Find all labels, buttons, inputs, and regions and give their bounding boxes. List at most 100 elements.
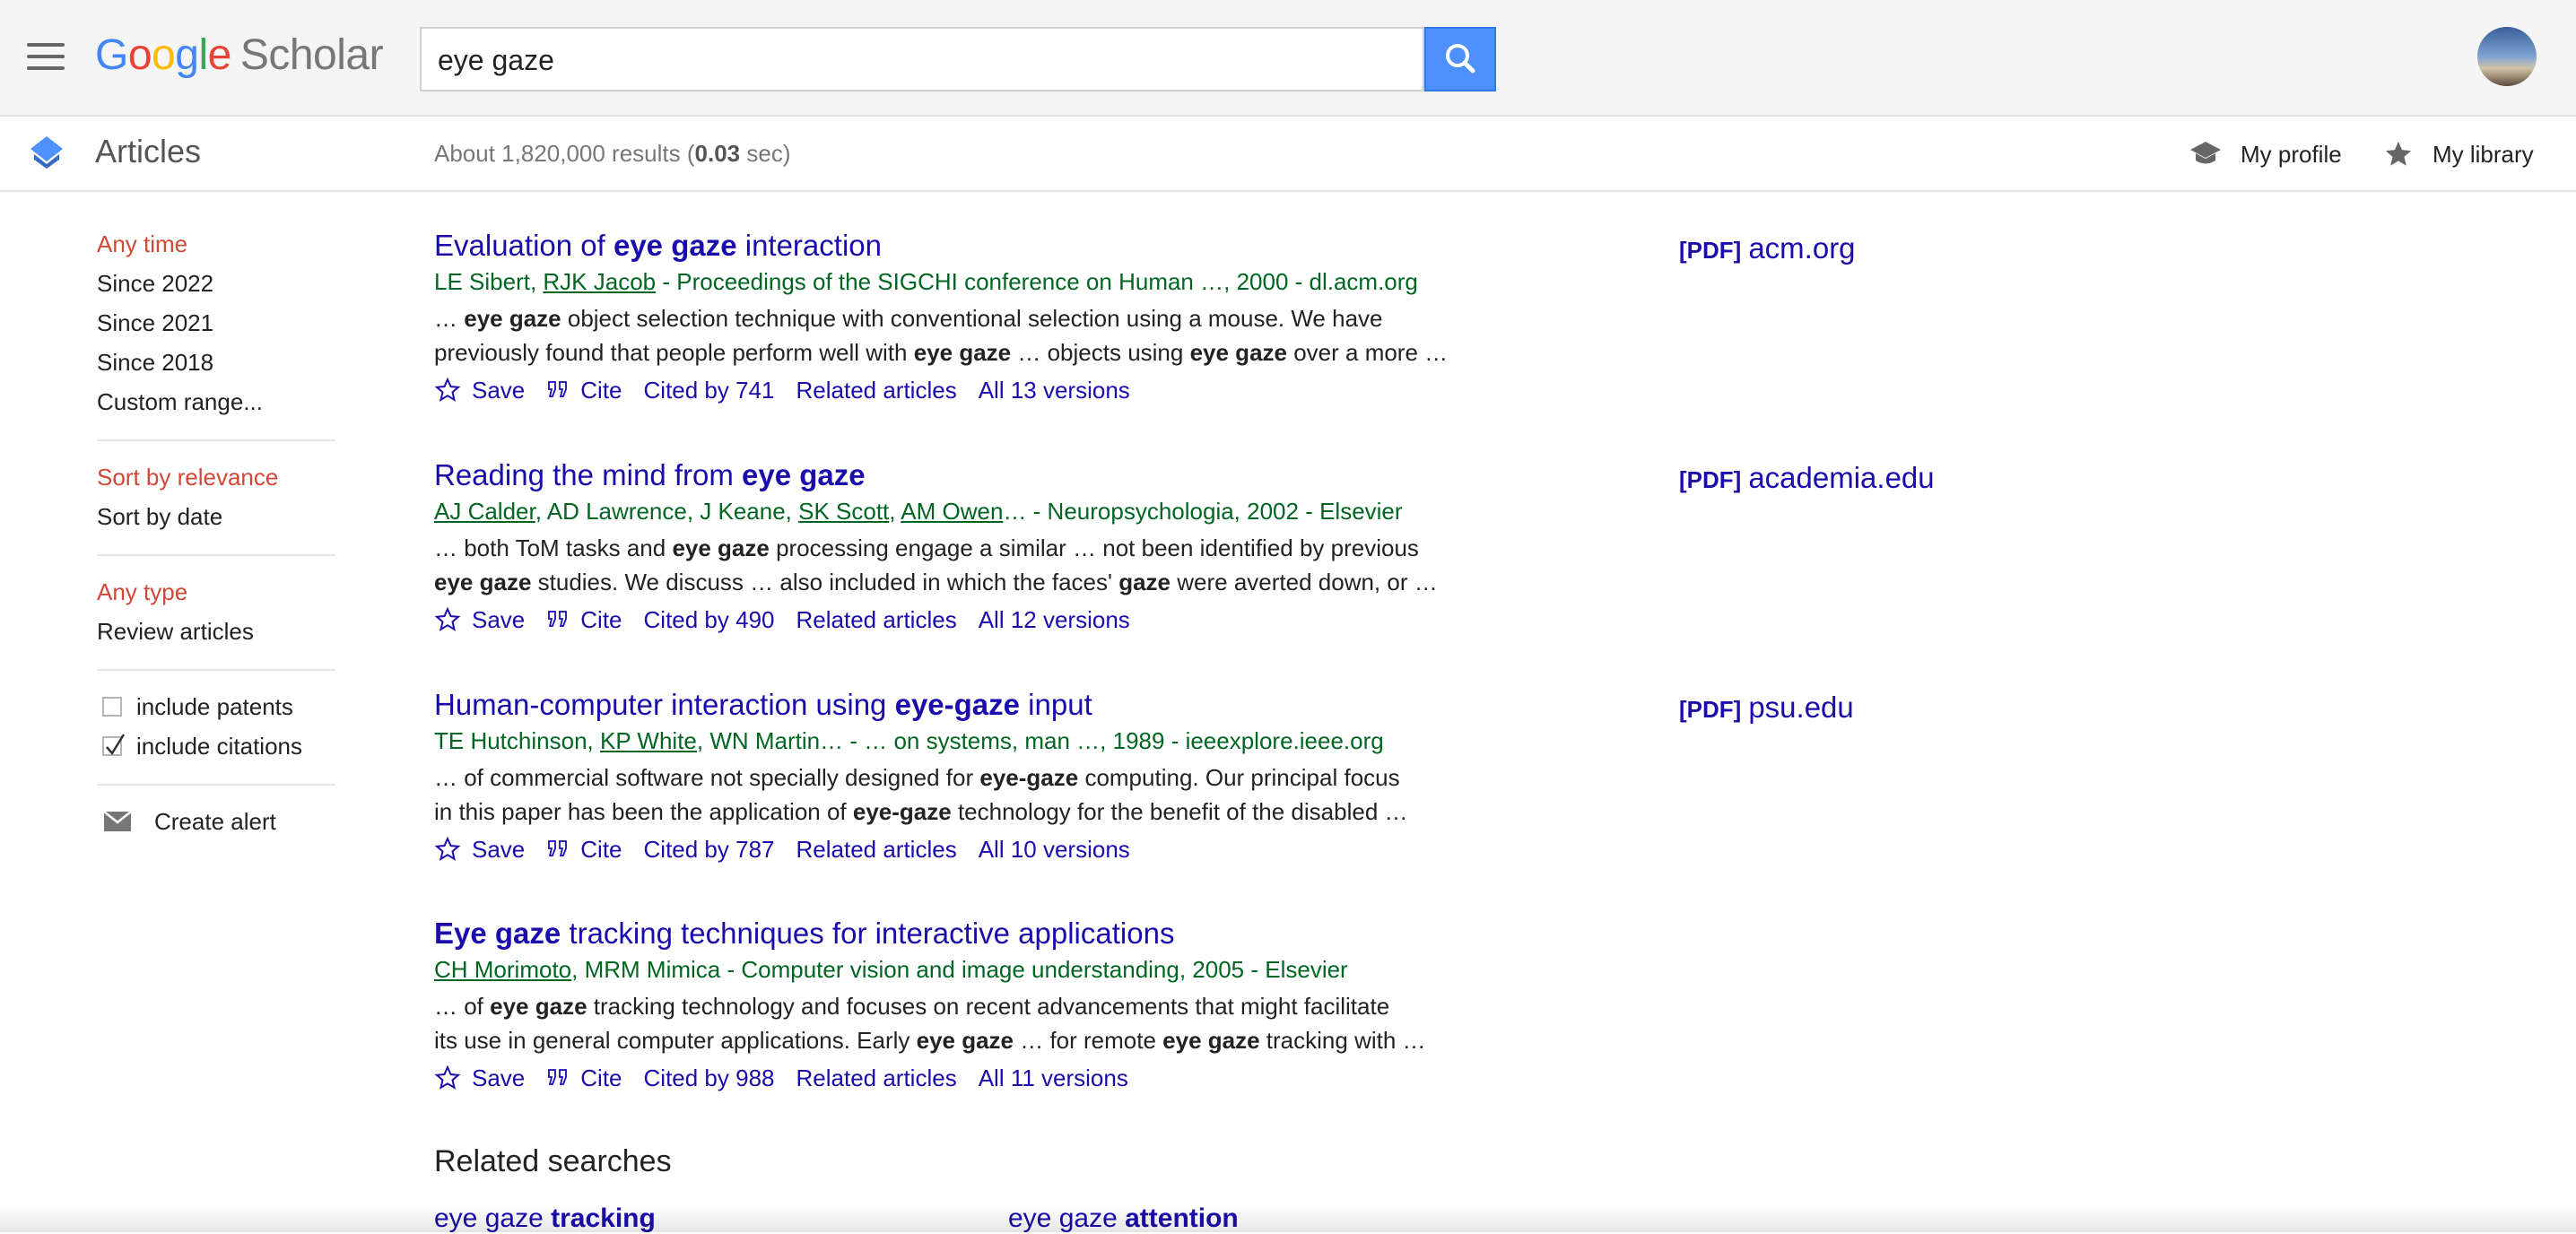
- sub-header: Articles About 1,820,000 results (0.03 s…: [0, 117, 2576, 192]
- checkmark-icon: [106, 734, 126, 756]
- include-patents-label: include patents: [136, 692, 293, 720]
- author-link[interactable]: KP White: [600, 727, 697, 754]
- author-link[interactable]: RJK Jacob: [543, 268, 656, 295]
- related-articles-link[interactable]: Related articles: [796, 377, 957, 404]
- sort-by-relevance[interactable]: Sort by relevance: [97, 457, 335, 497]
- google-scholar-logo[interactable]: Google Scholar: [95, 30, 384, 80]
- filter-sidebar: Any time Since 2022 Since 2021 Since 201…: [97, 224, 335, 841]
- related-articles-link[interactable]: Related articles: [796, 836, 957, 864]
- result-authors: AJ Calder, AD Lawrence, J Keane, SK Scot…: [434, 498, 1403, 525]
- result-actions: Save Cite Cited by 741 Related articles …: [434, 373, 1510, 407]
- pdf-link[interactable]: [PDF] acm.org: [1679, 231, 1856, 265]
- menu-icon[interactable]: [27, 43, 65, 70]
- result-title-link[interactable]: Eye gaze tracking techniques for interac…: [434, 916, 1510, 952]
- quote-icon: [548, 1069, 568, 1085]
- cite-button[interactable]: Cite: [546, 377, 622, 404]
- cited-by-link[interactable]: Cited by 490: [644, 606, 775, 634]
- related-articles-link[interactable]: Related articles: [796, 606, 957, 634]
- related-articles-link[interactable]: Related articles: [796, 1065, 957, 1092]
- account-avatar[interactable]: [2477, 27, 2537, 86]
- star-outline-icon: [434, 836, 461, 861]
- search-input[interactable]: [436, 38, 1408, 83]
- result-authors: CH Morimoto, MRM Mimica - Computer visio…: [434, 956, 1348, 983]
- pdf-link[interactable]: [PDF] academia.edu: [1679, 461, 1935, 495]
- author-link[interactable]: AM Owen: [901, 498, 1003, 525]
- filter-any-time[interactable]: Any time: [97, 224, 335, 264]
- include-citations-label: include citations: [136, 732, 302, 760]
- bottom-shadow: [0, 1205, 2576, 1232]
- cited-by-link[interactable]: Cited by 787: [644, 836, 775, 864]
- result-authors: TE Hutchinson, KP White, WN Martin… - … …: [434, 727, 1384, 754]
- results-count: About 1,820,000 results (0.03 sec): [434, 140, 791, 167]
- save-button[interactable]: Save: [434, 836, 525, 864]
- quote-icon: [548, 381, 568, 397]
- save-button[interactable]: Save: [434, 377, 525, 404]
- my-profile-link[interactable]: My profile: [2189, 135, 2342, 174]
- result-snippet: … both ToM tasks and eye gaze processing…: [434, 534, 1438, 595]
- divider: [97, 784, 335, 786]
- cite-button[interactable]: Cite: [546, 1065, 622, 1092]
- pdf-link[interactable]: [PDF] psu.edu: [1679, 691, 1854, 725]
- author-link[interactable]: AJ Calder: [434, 498, 535, 525]
- related-searches-heading: Related searches: [434, 1144, 672, 1178]
- quote-icon: [548, 840, 568, 856]
- include-citations-checkbox[interactable]: include citations: [97, 726, 335, 766]
- create-alert-button[interactable]: Create alert: [97, 802, 335, 841]
- all-versions-link[interactable]: All 10 versions: [979, 836, 1130, 864]
- star-outline-icon: [434, 606, 461, 631]
- result-snippet: … of commercial software not specially d…: [434, 764, 1408, 825]
- all-versions-link[interactable]: All 12 versions: [979, 606, 1130, 634]
- result-item: Human-computer interaction using eye-gaz…: [434, 687, 1510, 866]
- author-link[interactable]: SK Scott: [798, 498, 889, 525]
- result-snippet: … of eye gaze tracking technology and fo…: [434, 993, 1426, 1054]
- envelope-icon: [103, 811, 132, 831]
- result-snippet: … eye gaze object selection technique wi…: [434, 305, 1449, 366]
- cited-by-link[interactable]: Cited by 741: [644, 377, 775, 404]
- star-outline-icon: [434, 377, 461, 402]
- section-title: Articles: [95, 133, 202, 169]
- result-title-link[interactable]: Evaluation of eye gaze interaction: [434, 228, 1510, 264]
- cited-by-link[interactable]: Cited by 988: [644, 1065, 775, 1092]
- divider: [97, 439, 335, 441]
- filter-custom-range[interactable]: Custom range...: [97, 382, 335, 421]
- save-button[interactable]: Save: [434, 1065, 525, 1092]
- filter-since-2018[interactable]: Since 2018: [97, 343, 335, 382]
- result-title-link[interactable]: Human-computer interaction using eye-gaz…: [434, 687, 1510, 723]
- result-title-link[interactable]: Reading the mind from eye gaze: [434, 457, 1510, 493]
- search-box: [420, 27, 1424, 91]
- result-actions: Save Cite Cited by 490 Related articles …: [434, 603, 1510, 637]
- related-search-link[interactable]: eye gaze attention: [1008, 1204, 1239, 1234]
- result-item: Eye gaze tracking techniques for interac…: [434, 916, 1510, 1095]
- result-item: Reading the mind from eye gaze AJ Calder…: [434, 457, 1510, 637]
- save-button[interactable]: Save: [434, 606, 525, 634]
- cite-button[interactable]: Cite: [546, 606, 622, 634]
- result-authors: LE Sibert, RJK Jacob - Proceedings of th…: [434, 268, 1418, 295]
- cite-button[interactable]: Cite: [546, 836, 622, 864]
- filter-since-2021[interactable]: Since 2021: [97, 303, 335, 343]
- filter-any-type[interactable]: Any type: [97, 572, 335, 612]
- search-icon: [1446, 44, 1475, 74]
- sort-by-date[interactable]: Sort by date: [97, 497, 335, 536]
- checkbox-checked[interactable]: [102, 734, 126, 756]
- filter-review-articles[interactable]: Review articles: [97, 612, 335, 651]
- articles-cap-icon: [30, 136, 63, 169]
- top-header: Google Scholar: [0, 0, 2576, 117]
- all-versions-link[interactable]: All 13 versions: [979, 377, 1130, 404]
- result-item: Evaluation of eye gaze interaction LE Si…: [434, 228, 1510, 407]
- result-actions: Save Cite Cited by 988 Related articles …: [434, 1061, 1510, 1095]
- checkbox-unchecked[interactable]: [102, 697, 122, 717]
- result-actions: Save Cite Cited by 787 Related articles …: [434, 832, 1510, 866]
- search-button[interactable]: [1424, 27, 1496, 91]
- filter-since-2022[interactable]: Since 2022: [97, 264, 335, 303]
- all-versions-link[interactable]: All 11 versions: [979, 1065, 1128, 1092]
- include-patents-checkbox[interactable]: include patents: [97, 687, 335, 726]
- star-outline-icon: [434, 1065, 461, 1090]
- star-filled-icon: [2385, 141, 2412, 166]
- my-library-link[interactable]: My library: [2382, 135, 2534, 174]
- author-link[interactable]: CH Morimoto: [434, 956, 571, 983]
- related-search-link[interactable]: eye gaze tracking: [434, 1204, 656, 1234]
- create-alert-label: Create alert: [154, 807, 276, 835]
- divider: [97, 554, 335, 556]
- divider: [97, 669, 335, 671]
- quote-icon: [548, 611, 568, 627]
